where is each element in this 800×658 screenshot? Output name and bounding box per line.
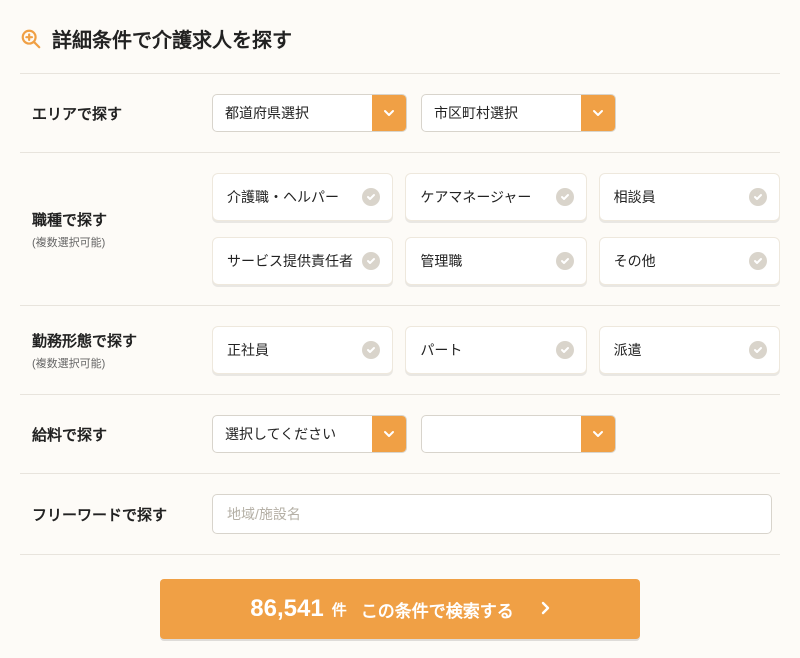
row-salary: 給料で探す 選択してください — [20, 395, 780, 474]
job-option-label: サービス提供責任者 — [227, 251, 353, 271]
job-option[interactable]: 相談員 — [599, 173, 780, 221]
freeword-input[interactable] — [212, 494, 772, 534]
page-title: 詳細条件で介護求人を探す — [52, 24, 292, 53]
chevron-down-icon — [581, 95, 615, 131]
check-icon — [749, 188, 767, 206]
job-option-label: 相談員 — [614, 187, 656, 207]
city-select-value: 市区町村選択 — [422, 95, 581, 131]
job-option[interactable]: 介護職・ヘルパー — [212, 173, 393, 221]
job-option-label: その他 — [614, 251, 656, 271]
row-job: 職種で探す (複数選択可能) 介護職・ヘルパー ケアマネージャー 相談員 サービ… — [20, 153, 780, 306]
job-option[interactable]: その他 — [599, 237, 780, 285]
row-area-label: エリアで探す — [32, 103, 212, 124]
city-select[interactable]: 市区町村選択 — [421, 94, 616, 132]
prefecture-select-value: 都道府県選択 — [213, 95, 372, 131]
job-option[interactable]: ケアマネージャー — [405, 173, 586, 221]
row-employment: 勤務形態で探す (複数選択可能) 正社員 パート 派遣 — [20, 306, 780, 395]
job-option-label: 介護職・ヘルパー — [227, 187, 339, 207]
chevron-down-icon — [372, 416, 406, 452]
employment-option[interactable]: 正社員 — [212, 326, 393, 374]
employment-option-label: 正社員 — [227, 340, 269, 360]
search-submit-button[interactable]: 86,541 件 この条件で検索する — [160, 579, 640, 639]
job-option[interactable]: 管理職 — [405, 237, 586, 285]
employment-option[interactable]: 派遣 — [599, 326, 780, 374]
check-icon — [556, 188, 574, 206]
row-employment-label-text: 勤務形態で探す — [32, 333, 137, 350]
check-icon — [556, 341, 574, 359]
row-freeword: フリーワードで探す — [20, 474, 780, 555]
search-form: エリアで探す 都道府県選択 市区町村選択 職種で探す (複数選択可能) 介護職・… — [20, 73, 780, 555]
job-options: 介護職・ヘルパー ケアマネージャー 相談員 サービス提供責任者 管理職 その他 — [212, 173, 780, 285]
row-salary-label: 給料で探す — [32, 424, 212, 445]
submit-area: 86,541 件 この条件で検索する — [20, 555, 780, 639]
page-header: 詳細条件で介護求人を探す — [20, 24, 780, 53]
row-job-sub: (複数選択可能) — [32, 234, 212, 250]
check-icon — [556, 252, 574, 270]
check-icon — [362, 341, 380, 359]
job-option-label: ケアマネージャー — [420, 187, 531, 207]
check-icon — [362, 252, 380, 270]
salary-type-select[interactable]: 選択してください — [212, 415, 407, 453]
result-count: 86,541 — [250, 595, 323, 623]
row-job-label-text: 職種で探す — [32, 212, 107, 229]
salary-type-value: 選択してください — [213, 416, 372, 452]
result-unit: 件 — [332, 599, 347, 620]
employment-option-label: 派遣 — [614, 340, 642, 360]
row-job-label: 職種で探す (複数選択可能) — [32, 209, 212, 250]
row-area: エリアで探す 都道府県選択 市区町村選択 — [20, 74, 780, 153]
submit-label: この条件で検索する — [361, 597, 514, 622]
chevron-down-icon — [581, 416, 615, 452]
chevron-right-icon — [540, 601, 550, 618]
job-option[interactable]: サービス提供責任者 — [212, 237, 393, 285]
chevron-down-icon — [372, 95, 406, 131]
freeword-body — [212, 494, 780, 534]
check-icon — [749, 341, 767, 359]
row-freeword-label: フリーワードで探す — [32, 504, 212, 525]
search-zoom-icon — [20, 28, 42, 50]
employment-options: 正社員 パート 派遣 — [212, 326, 780, 374]
row-employment-label: 勤務形態で探す (複数選択可能) — [32, 330, 212, 371]
employment-option-label: パート — [420, 340, 462, 360]
salary-selects: 選択してください — [212, 415, 780, 453]
salary-amount-select[interactable] — [421, 415, 616, 453]
job-option-label: 管理職 — [420, 251, 462, 271]
employment-option[interactable]: パート — [405, 326, 586, 374]
row-employment-sub: (複数選択可能) — [32, 355, 212, 371]
area-selects: 都道府県選択 市区町村選択 — [212, 94, 780, 132]
check-icon — [362, 188, 380, 206]
salary-amount-value — [422, 416, 581, 452]
check-icon — [749, 252, 767, 270]
prefecture-select[interactable]: 都道府県選択 — [212, 94, 407, 132]
